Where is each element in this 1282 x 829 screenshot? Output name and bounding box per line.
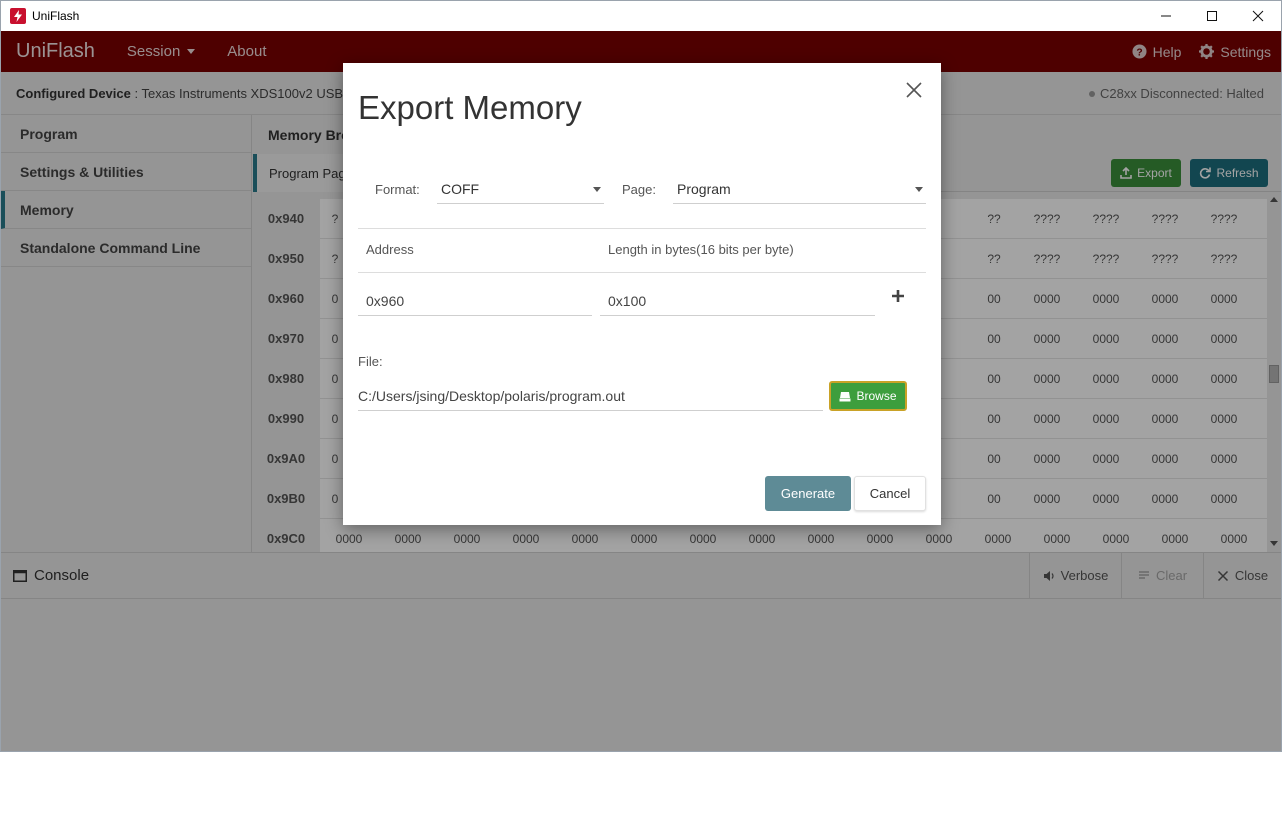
address-input-value: 0x960 — [366, 292, 405, 309]
length-column-header: Length in bytes(16 bits per byte) — [608, 242, 794, 257]
window-title: UniFlash — [32, 9, 80, 23]
generate-button[interactable]: Generate — [765, 476, 851, 511]
file-path-value: C:/Users/jsing/Desktop/polaris/program.o… — [358, 387, 625, 404]
length-input[interactable]: 0x100 — [600, 286, 875, 316]
length-input-value: 0x100 — [608, 292, 647, 309]
browse-button[interactable]: Browse — [829, 381, 907, 411]
page-select[interactable]: Program — [673, 174, 926, 204]
browse-label: Browse — [856, 389, 897, 403]
minimize-icon — [1161, 15, 1171, 17]
format-label: Format: — [375, 182, 420, 197]
address-input[interactable]: 0x960 — [358, 286, 592, 316]
uniflash-logo-icon — [10, 8, 26, 24]
plus-icon — [892, 290, 904, 302]
close-icon — [1252, 10, 1264, 22]
format-select[interactable]: COFF — [437, 174, 604, 204]
close-icon — [906, 82, 922, 98]
page-label: Page: — [622, 182, 656, 197]
app-window: UniFlash UniFlash Session About ? Help S… — [0, 0, 1282, 752]
maximize-button[interactable] — [1189, 1, 1235, 31]
cancel-button[interactable]: Cancel — [854, 476, 926, 511]
file-label: File: — [358, 354, 383, 369]
maximize-icon — [1207, 11, 1217, 21]
os-titlebar[interactable]: UniFlash — [1, 1, 1281, 31]
range-table-header: Address Length in bytes(16 bits per byte… — [358, 228, 926, 273]
chevron-down-icon — [593, 187, 601, 192]
export-memory-dialog: Export Memory Format: COFF Page: Program… — [343, 63, 941, 525]
drive-icon — [839, 391, 851, 401]
chevron-down-icon — [915, 187, 923, 192]
file-path-input[interactable]: C:/Users/jsing/Desktop/polaris/program.o… — [358, 381, 823, 411]
minimize-button[interactable] — [1143, 1, 1189, 31]
add-range-button[interactable] — [891, 289, 905, 303]
dialog-close-button[interactable] — [906, 82, 926, 102]
page-select-value: Program — [677, 180, 731, 197]
window-close-button[interactable] — [1235, 1, 1281, 31]
dialog-title: Export Memory — [358, 89, 582, 126]
format-select-value: COFF — [441, 180, 480, 197]
address-column-header: Address — [366, 242, 414, 257]
